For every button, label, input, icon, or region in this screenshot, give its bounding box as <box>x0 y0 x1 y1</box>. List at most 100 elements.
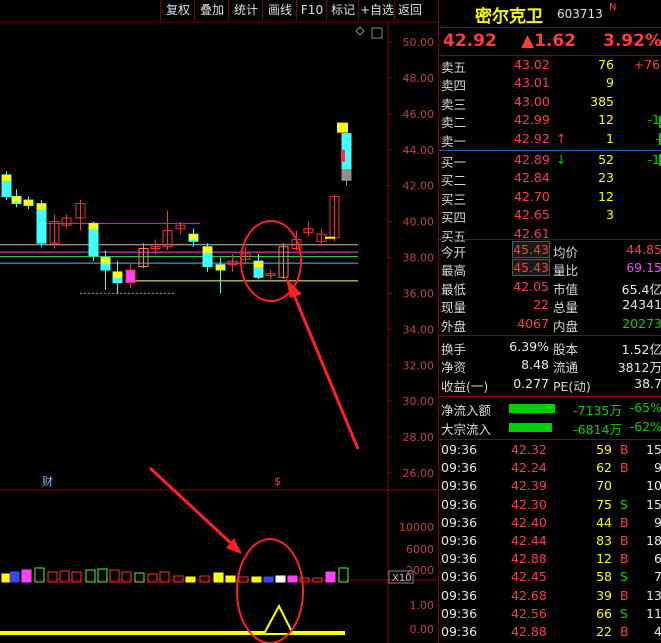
stats-value: 38.7 <box>634 375 661 391</box>
quote-value: 69.15 <box>626 260 661 276</box>
stats-label: 流通 <box>553 360 579 376</box>
volume-bar <box>173 575 184 583</box>
order-book-sell-row: 卖五 43.02 76 +76 <box>439 57 661 75</box>
volume-bar <box>9 571 20 583</box>
trade-volume: 70 <box>596 478 612 494</box>
toolbar-button-2[interactable]: 统计 <box>228 0 263 21</box>
trade-volume: 12 <box>596 551 612 567</box>
volume-bar <box>199 575 210 583</box>
candle-inner-mark <box>341 149 345 162</box>
toolbar-button-5[interactable]: 标记 <box>326 0 359 21</box>
trade-count: 11 <box>646 605 661 621</box>
price-axis-label: 26.00 <box>403 467 435 480</box>
annotation-arrow <box>148 466 236 548</box>
trade-count: 6 <box>654 551 661 567</box>
trade-side: B <box>620 460 629 476</box>
book-divider <box>439 150 661 151</box>
quote-panel: 密尔克卫 603713 N 42.92 ▲1.62 3.92% 卖五 43.02 7… <box>438 0 661 643</box>
toolbar-button-0[interactable]: 复权 <box>160 0 195 21</box>
volume-bar <box>185 576 196 583</box>
candle-body <box>341 169 352 181</box>
trade-volume: 22 <box>596 624 612 639</box>
event-marker-s: $ <box>274 475 281 488</box>
trade-time: 09:36 <box>441 460 478 476</box>
flow-row: 净流入额 -7135万 -65% <box>439 400 661 418</box>
quote-row: 最高 45.43 量比 69.15 <box>439 259 661 278</box>
order-volume: 52 <box>598 152 614 167</box>
order-volume: 76 <box>598 57 614 72</box>
stock-code-suffix: N <box>609 2 617 13</box>
volume-bar <box>287 575 298 583</box>
trade-side: S <box>620 605 628 621</box>
order-volume: 9 <box>606 75 614 91</box>
trade-time: 09:36 <box>441 624 478 639</box>
trade-count: 15 <box>646 442 661 457</box>
stock-name: 密尔克卫 <box>475 7 543 27</box>
order-level-label: 卖三 <box>441 96 467 112</box>
kline-chart[interactable]: 50.00 48.00 46.00 44.00 42.00 40.00 38.00 36.00… <box>0 22 438 643</box>
trade-price: 42.45 <box>511 569 547 585</box>
down-arrow-icon: ↓ <box>556 152 567 167</box>
order-book-sell-row: 卖一 42.92 ↑ 1- <box>439 131 661 149</box>
quote-value: 4067 <box>517 315 549 331</box>
trade-row: 09:36 42.32 59 B 15 <box>439 442 661 460</box>
toolbar-button-4[interactable]: F10 <box>296 0 327 21</box>
trade-count: 18 <box>646 533 661 548</box>
candle-top-mark <box>12 196 21 203</box>
trade-row: 09:36 42.24 62 B 9 <box>439 460 661 478</box>
flow-bar <box>509 404 555 413</box>
trade-volume: 75 <box>596 496 612 512</box>
trade-price: 42.30 <box>511 496 547 512</box>
trade-side: B <box>620 624 629 639</box>
toolbar-button-3[interactable]: 画线 <box>262 0 297 21</box>
toolbar-button-7[interactable]: 返回 <box>394 0 425 21</box>
order-price: 42.92 <box>514 130 550 146</box>
price-axis-label: 50.00 <box>403 36 435 49</box>
indicator-axis-label: 0.00 <box>410 623 435 636</box>
order-level-label: 卖二 <box>441 115 467 131</box>
stats-row: 收益(一) 0.277 PE(动) 38.7 <box>439 376 661 394</box>
order-delta: +76 <box>633 57 660 72</box>
trade-time: 09:36 <box>441 478 478 494</box>
volume-bar <box>134 572 145 583</box>
chart-toolbar: 复权 叠加 统计 画线 F10 标记 +自选 返回 <box>0 0 438 22</box>
quote-value: 42.05 <box>513 278 549 294</box>
price-axis-label: 34.00 <box>403 323 435 336</box>
diamond-icon <box>355 26 365 36</box>
candle-top-mark <box>216 264 225 271</box>
toolbar-button-6[interactable]: +自选 <box>358 0 395 21</box>
trade-row: 09:36 42.68 39 B 13 <box>439 588 661 606</box>
trade-price: 42.68 <box>511 587 547 603</box>
price-axis-label: 30.00 <box>403 395 435 408</box>
quote-value: 45.43 <box>512 241 550 258</box>
quote-value: 22 <box>533 297 549 313</box>
flow-label: 净流入额 <box>441 403 492 418</box>
candle-top-mark <box>89 223 98 230</box>
stock-header: 密尔克卫 603713 N <box>439 2 661 27</box>
stats-value: 3812万 <box>617 360 661 376</box>
trade-side: B <box>620 533 629 548</box>
quote-row: 最低 42.05 市值 65.4亿 <box>439 279 661 297</box>
trade-count: 4 <box>654 624 661 639</box>
trade-price: 42.88 <box>511 551 547 567</box>
quote-label: 今开 <box>441 245 467 260</box>
volume-bar <box>275 575 286 583</box>
trade-count: 9 <box>654 514 661 530</box>
trade-count: 10 <box>646 478 661 494</box>
stats-label: 股本 <box>553 342 579 357</box>
trade-volume: 83 <box>596 533 612 548</box>
order-book-sell-row: 卖三 43.00 385 <box>439 94 661 112</box>
price-axis-label: 48.00 <box>403 72 435 85</box>
trade-row: 09:36 42.30 75 S 15 <box>439 497 661 515</box>
trade-side: B <box>620 587 629 603</box>
trade-price: 42.88 <box>511 624 547 639</box>
stats-value: 1.52亿 <box>621 342 661 357</box>
volume-bar <box>225 575 236 583</box>
trade-price: 42.39 <box>511 478 547 494</box>
trade-time: 09:36 <box>441 551 478 567</box>
order-price: 42.99 <box>514 112 550 128</box>
order-price: 42.70 <box>514 188 550 204</box>
price-change: ▲1.62 <box>521 31 577 51</box>
trade-time: 09:36 <box>441 569 478 585</box>
toolbar-button-1[interactable]: 叠加 <box>194 0 229 21</box>
